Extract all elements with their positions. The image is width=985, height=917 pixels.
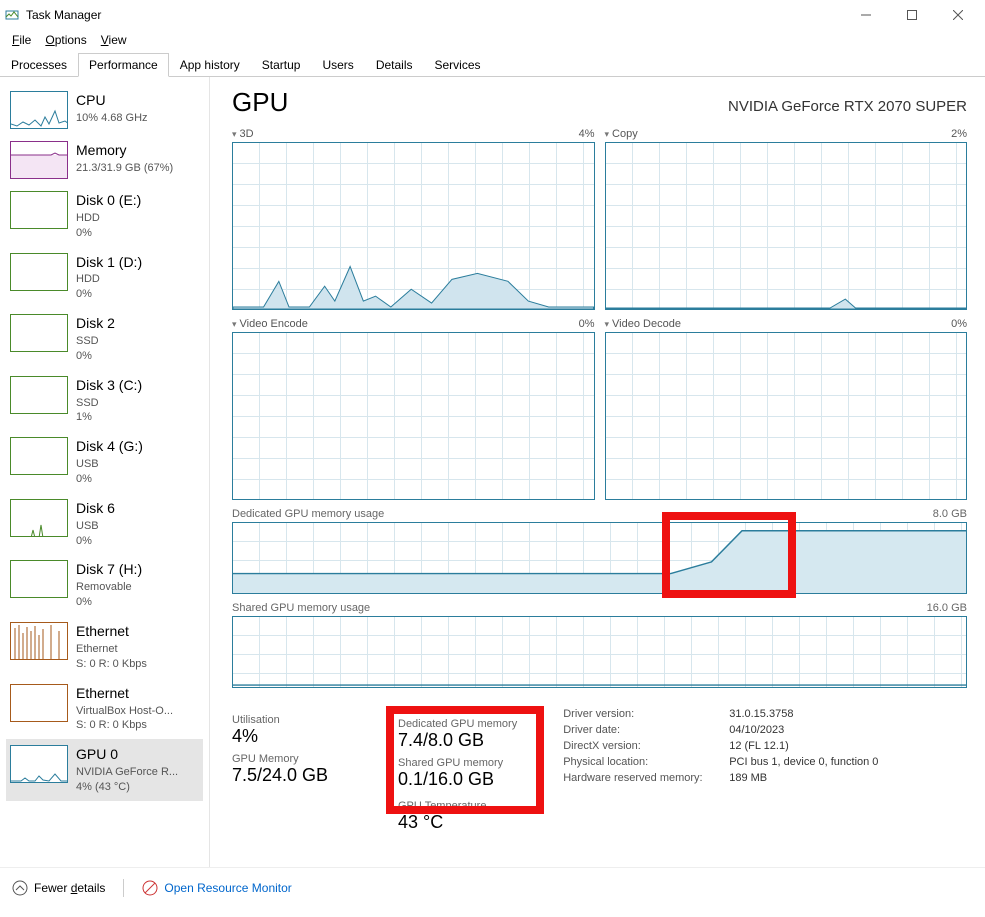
chevron-up-circle-icon: [12, 880, 28, 896]
page-title: GPU: [232, 87, 288, 118]
sidebar-item-cpu[interactable]: CPU10% 4.68 GHz: [6, 85, 203, 135]
sidebar-item-gpu0[interactable]: GPU 0NVIDIA GeForce R...4% (43 °C): [6, 739, 203, 801]
tab-startup[interactable]: Startup: [251, 53, 312, 76]
tab-processes[interactable]: Processes: [0, 53, 78, 76]
footer: Fewer details Open Resource Monitor: [0, 867, 985, 907]
menu-file[interactable]: File: [6, 31, 37, 49]
details-grid: Driver version:31.0.15.3758 Driver date:…: [563, 708, 893, 784]
sidebar-item-disk6[interactable]: Disk 6USB0%: [6, 493, 203, 555]
tab-performance[interactable]: Performance: [78, 53, 169, 77]
sidebar-item-disk2[interactable]: Disk 2SSD0%: [6, 308, 203, 370]
chart-3d-area: [232, 142, 595, 310]
stats-row: Utilisation 4% GPU Memory 7.5/24.0 GB De…: [232, 708, 967, 837]
chart-video-decode-area: [605, 332, 968, 500]
chart-3d[interactable]: 3D4%: [232, 128, 595, 310]
sidebar-item-disk3[interactable]: Disk 3 (C:)SSD1%: [6, 370, 203, 432]
chart-video-encode[interactable]: Video Encode0%: [232, 318, 595, 500]
sidebar-item-ethernet0[interactable]: EthernetEthernetS: 0 R: 0 Kbps: [6, 616, 203, 678]
resource-monitor-icon: [142, 880, 158, 896]
sidebar-item-disk7[interactable]: Disk 7 (H:)Removable0%: [6, 554, 203, 616]
window-title: Task Manager: [26, 8, 101, 22]
content: CPU10% 4.68 GHz Memory21.3/31.9 GB (67%)…: [0, 77, 985, 867]
tab-app-history[interactable]: App history: [169, 53, 251, 76]
gpu-device-name: NVIDIA GeForce RTX 2070 SUPER: [728, 98, 967, 115]
chart-video-decode[interactable]: Video Decode0%: [605, 318, 968, 500]
tab-services[interactable]: Services: [424, 53, 492, 76]
chart-copy[interactable]: Copy2%: [605, 128, 968, 310]
chart-shared-memory: [232, 616, 967, 688]
sidebar-item-disk1[interactable]: Disk 1 (D:)HDD0%: [6, 247, 203, 309]
chart-video-encode-area: [232, 332, 595, 500]
sidebar-item-ethernet1[interactable]: EthernetVirtualBox Host-O...S: 0 R: 0 Kb…: [6, 678, 203, 740]
tab-details[interactable]: Details: [365, 53, 424, 76]
chart-copy-area: [605, 142, 968, 310]
chart-dedicated-memory: [232, 522, 967, 594]
open-resource-monitor-link[interactable]: Open Resource Monitor: [142, 880, 291, 896]
app-icon: [4, 7, 20, 23]
main: GPU NVIDIA GeForce RTX 2070 SUPER 3D4% C…: [210, 77, 985, 867]
menu-options[interactable]: Options: [39, 31, 92, 49]
tab-users[interactable]: Users: [311, 53, 364, 76]
menu-view[interactable]: View: [95, 31, 133, 49]
titlebar: Task Manager: [0, 0, 985, 30]
main-header: GPU NVIDIA GeForce RTX 2070 SUPER: [232, 87, 967, 118]
minimize-button[interactable]: [843, 0, 889, 30]
sidebar: CPU10% 4.68 GHz Memory21.3/31.9 GB (67%)…: [0, 77, 210, 867]
fewer-details-button[interactable]: Fewer details: [12, 880, 105, 896]
menubar: File Options View: [0, 30, 985, 50]
close-button[interactable]: [935, 0, 981, 30]
tabbar: Processes Performance App history Startu…: [0, 53, 985, 77]
sidebar-item-disk0[interactable]: Disk 0 (E:)HDD0%: [6, 185, 203, 247]
maximize-button[interactable]: [889, 0, 935, 30]
sidebar-item-memory[interactable]: Memory21.3/31.9 GB (67%): [6, 135, 203, 185]
sidebar-item-disk4[interactable]: Disk 4 (G:)USB0%: [6, 431, 203, 493]
